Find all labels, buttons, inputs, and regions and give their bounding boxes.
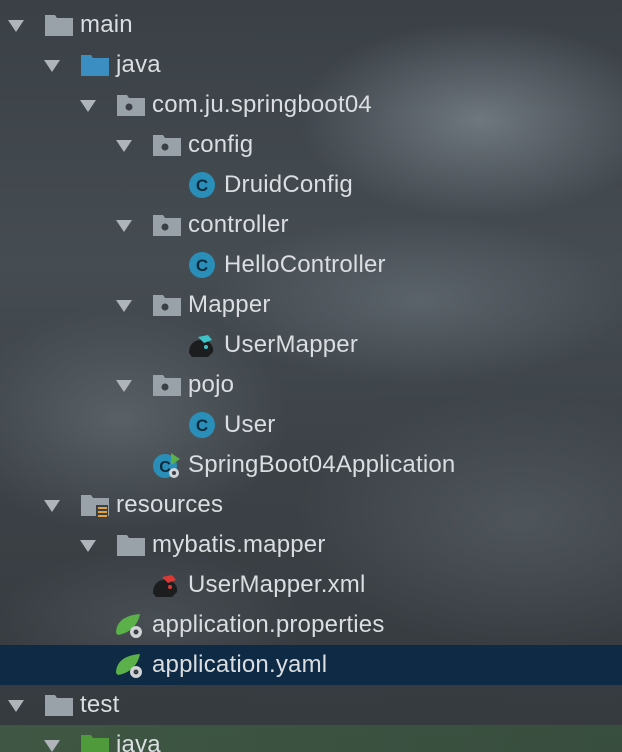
tree-label: com.ju.springboot04 [152,91,372,118]
tree-label: Mapper [188,291,271,318]
tree-label: controller [188,211,289,238]
spring-boot-class-icon: C [152,451,182,479]
tree-row-user[interactable]: C User [0,405,622,445]
expand-arrow-icon[interactable] [42,495,62,515]
expand-arrow-icon[interactable] [42,55,62,75]
folder-icon [44,11,74,39]
expand-arrow-icon[interactable] [114,135,134,155]
tree-row-usermapper[interactable]: UserMapper [0,325,622,365]
package-icon [152,291,182,319]
tree-row-application-properties[interactable]: application.properties [0,605,622,645]
package-icon [152,131,182,159]
tree-label: config [188,131,254,158]
test-source-folder-icon [80,731,110,752]
tree-label: UserMapper [224,331,359,358]
folder-icon [44,691,74,719]
tree-row-hellocontroller[interactable]: C HelloController [0,245,622,285]
expand-arrow-icon[interactable] [114,375,134,395]
class-icon: C [188,171,218,199]
tree-row-controller[interactable]: controller [0,205,622,245]
expand-arrow-icon[interactable] [114,295,134,315]
expand-arrow-icon[interactable] [6,695,26,715]
tree-label: application.yaml [152,651,328,678]
class-icon: C [188,251,218,279]
tree-label: application.properties [152,611,385,638]
tree-label: DruidConfig [224,171,353,198]
tree-label: SpringBoot04Application [188,451,456,478]
tree-label: UserMapper.xml [188,571,366,598]
tree-row-application-yaml[interactable]: application.yaml [0,645,622,685]
tree-row-mapper[interactable]: Mapper [0,285,622,325]
tree-row-usermapper-xml[interactable]: UserMapper.xml [0,565,622,605]
mybatis-interface-icon [186,331,216,359]
tree-row-resources[interactable]: resources [0,485,622,525]
tree-label: java [116,731,161,752]
tree-row-springboot04application[interactable]: C SpringBoot04Application [0,445,622,485]
tree-label: pojo [188,371,235,398]
package-icon [152,371,182,399]
tree-row-druidconfig[interactable]: C DruidConfig [0,165,622,205]
folder-icon [116,531,146,559]
project-tree: main java com.ju.springboot04 config C D… [0,0,622,752]
tree-label: main [80,11,133,38]
tree-row-pojo[interactable]: pojo [0,365,622,405]
expand-arrow-icon[interactable] [42,735,62,752]
expand-arrow-icon[interactable] [78,95,98,115]
expand-arrow-icon[interactable] [114,215,134,235]
tree-row-test[interactable]: test [0,685,622,725]
mybatis-xml-icon [150,571,180,599]
expand-arrow-icon[interactable] [6,15,26,35]
resources-folder-icon [80,491,110,519]
svg-text:C: C [196,256,208,275]
source-folder-icon [80,51,110,79]
tree-row-java[interactable]: java [0,45,622,85]
tree-label: User [224,411,276,438]
tree-label: test [80,691,120,718]
tree-row-package-root[interactable]: com.ju.springboot04 [0,85,622,125]
expand-arrow-icon[interactable] [78,535,98,555]
spring-config-icon [114,611,144,639]
tree-row-config[interactable]: config [0,125,622,165]
svg-text:C: C [196,416,208,435]
tree-row-test-java[interactable]: java [0,725,622,752]
package-icon [152,211,182,239]
tree-row-main[interactable]: main [0,5,622,45]
tree-row-mybatis-mapper[interactable]: mybatis.mapper [0,525,622,565]
package-icon [116,91,146,119]
class-icon: C [188,411,218,439]
tree-label: mybatis.mapper [152,531,326,558]
tree-label: java [116,51,161,78]
tree-label: HelloController [224,251,386,278]
spring-config-icon [114,651,144,679]
tree-label: resources [116,491,224,518]
svg-text:C: C [196,176,208,195]
